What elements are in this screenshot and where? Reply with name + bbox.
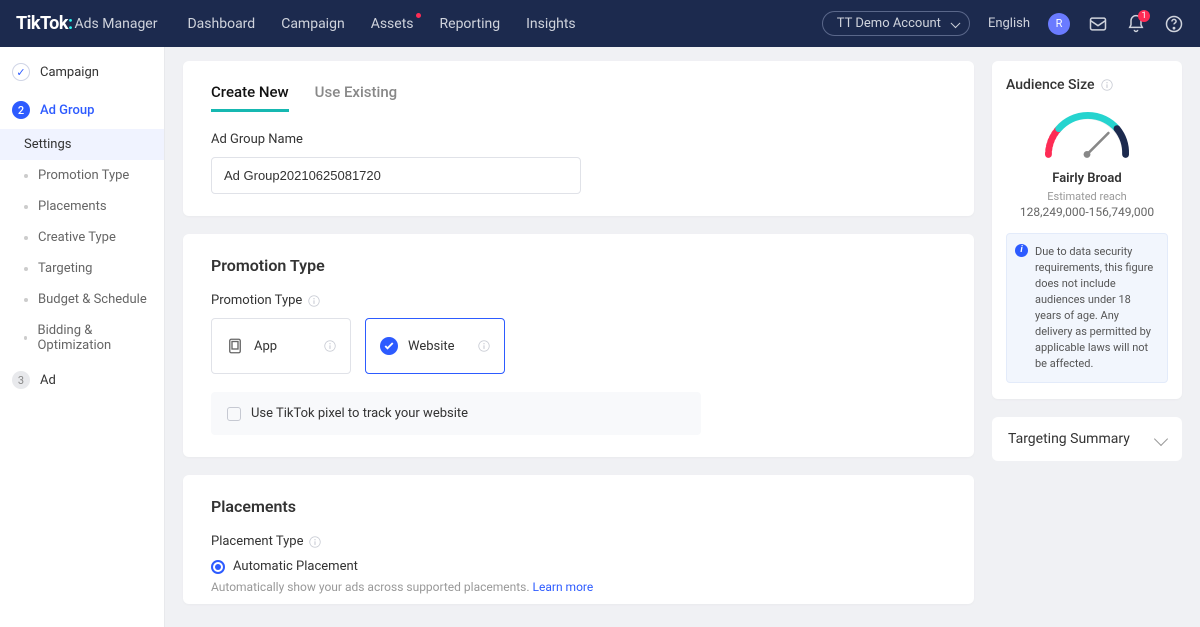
promotion-title: Promotion Type bbox=[211, 256, 946, 275]
audience-range: 128,249,000-156,749,000 bbox=[1006, 205, 1168, 219]
audience-size-title: Audience Size bbox=[1006, 77, 1168, 93]
app-icon bbox=[226, 337, 244, 355]
placement-auto-hint: Automatically show your ads across suppo… bbox=[211, 580, 946, 594]
placements-title: Placements bbox=[211, 497, 946, 516]
info-icon bbox=[309, 536, 321, 548]
promotion-type-label: Promotion Type bbox=[211, 293, 946, 308]
step-ad[interactable]: 3 Ad bbox=[0, 361, 164, 399]
substep-budget-schedule[interactable]: Budget & Schedule bbox=[0, 284, 164, 315]
create-card: Create New Use Existing Ad Group Name bbox=[183, 61, 974, 216]
notification-badge: 1 bbox=[1138, 10, 1150, 22]
step-campaign[interactable]: ✓ Campaign bbox=[0, 53, 164, 91]
tab-create-new[interactable]: Create New bbox=[211, 83, 289, 112]
info-icon bbox=[324, 340, 336, 352]
step-number-icon: 3 bbox=[12, 371, 30, 389]
brand-sub: Ads Manager bbox=[75, 16, 158, 32]
substep-bidding[interactable]: Bidding & Optimization bbox=[0, 315, 164, 361]
nav-dashboard[interactable]: Dashboard bbox=[187, 16, 255, 32]
assets-indicator-icon bbox=[416, 13, 421, 18]
check-icon bbox=[380, 337, 398, 355]
substep-settings[interactable]: Settings bbox=[0, 129, 164, 160]
substep-targeting[interactable]: Targeting bbox=[0, 253, 164, 284]
top-nav: Dashboard Campaign Assets Reporting Insi… bbox=[187, 16, 575, 32]
promotion-card: Promotion Type Promotion Type App bbox=[183, 234, 974, 457]
brand-logo: TikTok: bbox=[16, 13, 73, 34]
chevron-down-icon bbox=[1154, 431, 1168, 445]
bell-icon[interactable]: 1 bbox=[1126, 14, 1146, 34]
placement-auto-option[interactable]: Automatic Placement bbox=[211, 559, 946, 574]
user-avatar[interactable]: R bbox=[1048, 13, 1070, 35]
pixel-toggle-row[interactable]: Use TikTok pixel to track your website bbox=[211, 392, 701, 435]
audience-label: Fairly Broad bbox=[1006, 171, 1168, 186]
audience-gauge-icon bbox=[1028, 103, 1146, 163]
substep-promotion-type[interactable]: Promotion Type bbox=[0, 160, 164, 191]
option-website[interactable]: Website bbox=[365, 318, 505, 374]
step-ad-group[interactable]: 2 Ad Group bbox=[0, 91, 164, 129]
placements-card: Placements Placement Type Automatic Plac… bbox=[183, 475, 974, 604]
check-icon: ✓ bbox=[12, 63, 30, 81]
nav-insights[interactable]: Insights bbox=[526, 16, 576, 32]
step-number-icon: 2 bbox=[12, 101, 30, 119]
step-sidebar: ✓ Campaign 2 Ad Group Settings Promotion… bbox=[0, 47, 165, 627]
inbox-icon[interactable] bbox=[1088, 14, 1108, 34]
info-icon bbox=[1101, 79, 1113, 91]
info-icon bbox=[478, 340, 490, 352]
nav-campaign[interactable]: Campaign bbox=[281, 16, 344, 32]
checkbox-icon[interactable] bbox=[227, 407, 241, 421]
radio-icon bbox=[211, 560, 225, 574]
adgroup-name-input[interactable] bbox=[211, 157, 581, 194]
targeting-summary-toggle[interactable]: Targeting Summary bbox=[992, 417, 1182, 461]
substep-creative-type[interactable]: Creative Type bbox=[0, 222, 164, 253]
nav-reporting[interactable]: Reporting bbox=[440, 16, 501, 32]
app-header: TikTok: Ads Manager Dashboard Campaign A… bbox=[0, 0, 1200, 47]
adgroup-name-label: Ad Group Name bbox=[211, 132, 946, 147]
tab-use-existing[interactable]: Use Existing bbox=[315, 83, 398, 112]
option-app[interactable]: App bbox=[211, 318, 351, 374]
audience-size-card: Audience Size Fairly Broad Estimated rea… bbox=[992, 61, 1182, 399]
info-icon bbox=[308, 295, 320, 307]
account-selector[interactable]: TT Demo Account bbox=[822, 11, 970, 36]
placement-type-label: Placement Type bbox=[211, 534, 946, 549]
learn-more-link[interactable]: Learn more bbox=[533, 580, 594, 594]
help-icon[interactable] bbox=[1164, 14, 1184, 34]
substep-placements[interactable]: Placements bbox=[0, 191, 164, 222]
nav-assets[interactable]: Assets bbox=[371, 16, 414, 32]
audience-sub: Estimated reach bbox=[1006, 190, 1168, 203]
language-selector[interactable]: English bbox=[988, 16, 1030, 31]
audience-notice: Due to data security requirements, this … bbox=[1006, 233, 1168, 383]
